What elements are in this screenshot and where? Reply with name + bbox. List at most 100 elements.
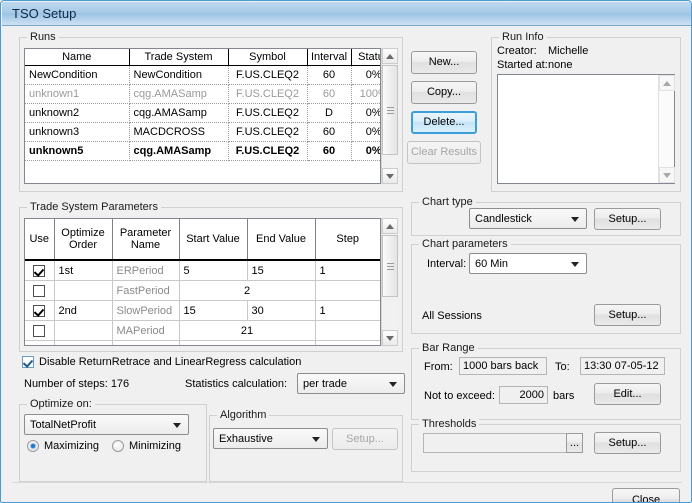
chart-type-dropdown[interactable]: Candlestick bbox=[469, 208, 587, 229]
disable-calculation-row[interactable]: Disable ReturnRetrace and LinearRegress … bbox=[22, 356, 301, 368]
maximizing-radio-row[interactable]: Maximizing bbox=[27, 440, 99, 452]
param-cell-end-value[interactable]: 30 bbox=[247, 301, 315, 321]
runs-group-label: Runs bbox=[27, 31, 59, 43]
runs-col-trade-system[interactable]: Trade System bbox=[129, 49, 228, 66]
parameters-table-row[interactable]: Stop7000 bbox=[25, 341, 380, 347]
param-use-checkbox[interactable] bbox=[33, 305, 45, 317]
param-use-checkbox[interactable] bbox=[33, 285, 45, 297]
thresholds-setup-button[interactable]: Setup... bbox=[594, 432, 661, 454]
param-col-start-value[interactable]: Start Value bbox=[179, 219, 247, 260]
minimizing-radio-row[interactable]: Minimizing bbox=[112, 440, 181, 452]
bar-range-group-label: Bar Range bbox=[419, 342, 478, 354]
runs-col-interval[interactable]: Interval bbox=[307, 49, 351, 66]
param-use-checkbox[interactable] bbox=[33, 325, 45, 337]
runs-table-row[interactable]: unknown5cqg.AMASampF.US.CLEQ2600% bbox=[25, 142, 381, 161]
param-use-checkbox[interactable] bbox=[33, 265, 45, 277]
runs-table-row[interactable]: unknown1cqg.AMASampF.US.CLEQ260100% bbox=[25, 85, 381, 104]
runs-scroll-down-arrow-icon[interactable] bbox=[382, 168, 398, 184]
param-cell-end-value[interactable]: 15 bbox=[247, 260, 315, 281]
bar-range-edit-button[interactable]: Edit... bbox=[594, 383, 661, 405]
param-cell-step[interactable] bbox=[315, 341, 380, 347]
optimize-on-dropdown[interactable]: TotalNetProfit bbox=[24, 414, 189, 435]
runs-cell-symbol: F.US.CLEQ2 bbox=[228, 66, 307, 85]
runs-cell-status: 0% bbox=[351, 66, 381, 85]
param-col-parameter-name[interactable]: Parameter Name bbox=[112, 219, 179, 260]
runs-table-row[interactable]: NewConditionNewConditionF.US.CLEQ2600% bbox=[25, 66, 381, 85]
param-cell-use[interactable] bbox=[25, 301, 54, 321]
param-col-end-value[interactable]: End Value bbox=[247, 219, 315, 260]
run-info-notes-scrollbar[interactable] bbox=[658, 75, 674, 183]
optimize-on-value: TotalNetProfit bbox=[30, 419, 96, 431]
maximizing-radio[interactable] bbox=[27, 440, 39, 452]
params-scroll-up-arrow-icon[interactable] bbox=[382, 218, 398, 234]
param-cell-start-value[interactable]: 15 bbox=[179, 301, 247, 321]
param-cell-use[interactable] bbox=[25, 281, 54, 301]
minimizing-radio[interactable] bbox=[112, 440, 124, 452]
notes-scroll-up-arrow-icon[interactable] bbox=[659, 75, 675, 91]
new-run-button[interactable]: New... bbox=[411, 51, 477, 74]
param-cell-value[interactable]: 2 bbox=[179, 281, 315, 301]
statistics-calculation-value: per trade bbox=[303, 378, 347, 390]
parameters-table-row[interactable]: 1stERPeriod5151 bbox=[25, 260, 380, 281]
param-cell-value[interactable]: 21 bbox=[179, 321, 315, 341]
bar-range-from-input[interactable]: 1000 bars back bbox=[459, 357, 547, 375]
runs-cell-interval: 60 bbox=[307, 123, 351, 142]
thresholds-browse-button[interactable]: ... bbox=[566, 433, 583, 453]
params-scroll-thumb[interactable] bbox=[382, 235, 398, 297]
runs-scroll-thumb[interactable] bbox=[382, 65, 398, 155]
disable-calculation-checkbox[interactable] bbox=[22, 356, 34, 368]
not-to-exceed-input[interactable]: 2000 bbox=[499, 386, 548, 404]
param-cell-name: SlowPeriod bbox=[112, 301, 179, 321]
runs-col-status[interactable]: Status bbox=[351, 49, 381, 66]
all-sessions-setup-button[interactable]: Setup... bbox=[594, 304, 661, 326]
param-cell-step[interactable] bbox=[315, 281, 380, 301]
param-cell-name: FastPeriod bbox=[112, 281, 179, 301]
runs-scroll-up-arrow-icon[interactable] bbox=[382, 48, 398, 64]
param-cell-optimize-order: 2nd bbox=[54, 301, 112, 321]
param-col-optimize-order[interactable]: Optimize Order bbox=[54, 219, 112, 260]
chart-interval-dropdown[interactable]: 60 Min bbox=[469, 253, 587, 274]
number-of-steps-label: Number of steps: 176 bbox=[24, 378, 129, 390]
creator-value: Michelle bbox=[548, 45, 588, 57]
close-button[interactable]: Close bbox=[612, 488, 680, 503]
thresholds-input[interactable] bbox=[423, 433, 581, 453]
runs-table[interactable]: Name Trade System Symbol Interval Status… bbox=[24, 48, 381, 184]
parameters-table-row[interactable]: MAPeriod21 bbox=[25, 321, 380, 341]
runs-col-name[interactable]: Name bbox=[25, 49, 129, 66]
runs-cell-interval: 60 bbox=[307, 142, 351, 161]
runs-table-row[interactable]: unknown2cqg.AMASampF.US.CLEQ2D0% bbox=[25, 104, 381, 123]
param-cell-value[interactable]: 7000 bbox=[179, 341, 315, 347]
param-cell-optimize-order: 1st bbox=[54, 260, 112, 281]
chevron-down-icon bbox=[173, 423, 181, 428]
param-col-use[interactable]: Use bbox=[25, 219, 54, 260]
chart-type-setup-button[interactable]: Setup... bbox=[594, 208, 661, 230]
param-cell-step[interactable]: 1 bbox=[315, 301, 380, 321]
statistics-calculation-dropdown[interactable]: per trade bbox=[297, 373, 405, 394]
parameters-table-scrollbar[interactable] bbox=[381, 218, 397, 346]
param-col-step[interactable]: Step bbox=[315, 219, 380, 260]
param-cell-start-value[interactable]: 5 bbox=[179, 260, 247, 281]
algorithm-dropdown[interactable]: Exhaustive bbox=[213, 428, 328, 449]
runs-table-row[interactable]: unknown3MACDCROSSF.US.CLEQ2600% bbox=[25, 123, 381, 142]
parameters-table-row[interactable]: 2ndSlowPeriod15301 bbox=[25, 301, 380, 321]
params-scroll-down-arrow-icon[interactable] bbox=[382, 330, 398, 346]
creator-label: Creator: bbox=[497, 45, 537, 57]
copy-run-button[interactable]: Copy... bbox=[411, 81, 477, 104]
param-cell-step[interactable] bbox=[315, 321, 380, 341]
param-cell-use[interactable] bbox=[25, 341, 54, 347]
parameters-table[interactable]: Use Optimize Order Parameter Name Start … bbox=[24, 218, 381, 346]
param-cell-step[interactable]: 1 bbox=[315, 260, 380, 281]
runs-cell-name: NewCondition bbox=[25, 66, 129, 85]
param-cell-use[interactable] bbox=[25, 321, 54, 341]
bar-range-to-input[interactable]: 13:30 07-05-12 bbox=[580, 357, 665, 375]
runs-col-symbol[interactable]: Symbol bbox=[228, 49, 307, 66]
parameters-table-row[interactable]: FastPeriod2 bbox=[25, 281, 380, 301]
notes-scroll-down-arrow-icon[interactable] bbox=[659, 167, 675, 183]
title-bar[interactable]: TSO Setup bbox=[2, 2, 692, 26]
runs-table-scrollbar[interactable] bbox=[381, 48, 397, 184]
run-info-notes[interactable] bbox=[497, 74, 675, 184]
parameters-table-header: Use Optimize Order Parameter Name Start … bbox=[25, 219, 380, 260]
delete-run-button[interactable]: Delete... bbox=[411, 111, 477, 134]
param-cell-use[interactable] bbox=[25, 260, 54, 281]
param-use-checkbox[interactable] bbox=[33, 345, 45, 346]
